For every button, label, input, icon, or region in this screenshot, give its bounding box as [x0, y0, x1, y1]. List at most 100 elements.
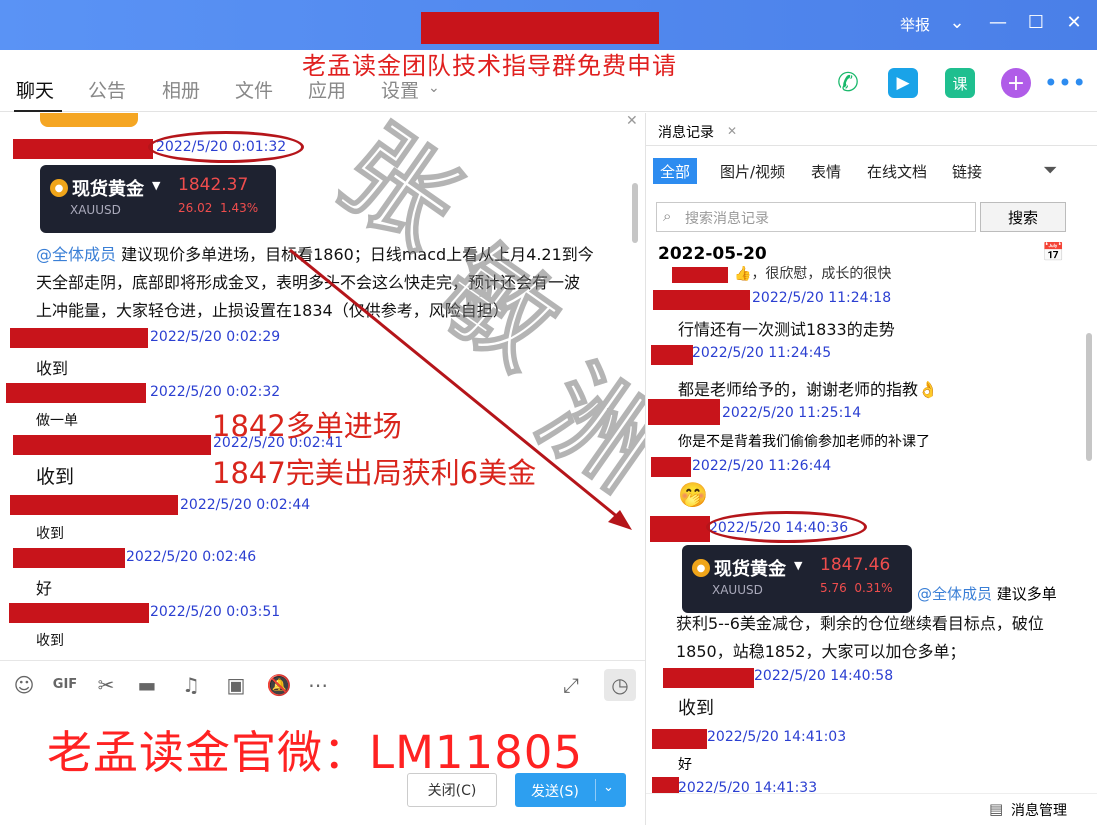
close-button[interactable]: 关闭(C) — [407, 773, 497, 807]
history-scrollbar[interactable] — [1086, 333, 1092, 461]
chevron-down-icon[interactable]: ⌄ — [946, 12, 968, 33]
highlight-ellipse — [148, 131, 304, 163]
history-clock-icon[interactable]: ◷ — [604, 669, 636, 701]
message-time: 2022/5/20 0:03:51 — [150, 604, 281, 620]
chat-scrollbar[interactable] — [632, 183, 638, 243]
music-icon[interactable]: ♫ — [178, 673, 204, 697]
overlay-entry-note: 1842多单进场 — [212, 409, 402, 443]
highlight-ellipse — [706, 511, 867, 543]
redacted-sender — [652, 729, 707, 749]
gif-icon[interactable]: GIF — [52, 677, 78, 692]
caret-down-icon: ▼ — [152, 179, 161, 192]
gold-quote-card[interactable]: ● 现货黄金 ▼ XAUUSD 1842.37 26.02 1.43% — [40, 165, 276, 233]
filter-docs[interactable]: 在线文档 — [860, 158, 934, 184]
add-icon[interactable]: + — [1001, 68, 1031, 98]
input-toolbar: ☺ GIF ✂ ▬ ♫ ▣ 🔕 ⋯ ⤢ ◷ — [0, 660, 645, 710]
close-panel-icon[interactable]: ✕ — [727, 124, 737, 138]
expand-icon[interactable]: ⤢ — [558, 673, 584, 697]
folder-icon[interactable]: ▬ — [134, 673, 160, 697]
message-history-panel: 消息记录 ✕ 全部 图片/视频 表情 在线文档 链接 ⏷ ⌕ 搜索消息记录 搜索… — [645, 113, 1097, 825]
message-time: 2022/5/20 14:41:03 — [707, 729, 847, 745]
redacted-sender — [653, 290, 750, 310]
redacted-sender — [13, 435, 211, 455]
redacted-sender — [13, 139, 153, 159]
filter-icon[interactable]: ⏷ — [1043, 160, 1057, 181]
gold-coin-icon: ● — [692, 559, 710, 577]
filter-stickers[interactable]: 表情 — [804, 158, 848, 184]
minimize-icon[interactable]: — — [987, 12, 1009, 33]
voice-call-icon[interactable]: ✆ — [833, 68, 863, 98]
history-search-input[interactable]: ⌕ 搜索消息记录 — [656, 202, 976, 232]
emoji-icon[interactable]: ☺ — [11, 673, 37, 697]
quote-name: 现货黄金 — [72, 179, 144, 200]
message-manage-icon[interactable]: ▤ — [989, 800, 1003, 818]
laughing-emoji-icon: 🤭 — [678, 481, 708, 509]
panel-title: 消息记录 — [658, 125, 714, 141]
redacted-sender — [648, 399, 720, 425]
mention-line: @全体成员 建议多单 — [917, 585, 1057, 603]
filter-all[interactable]: 全部 — [653, 158, 698, 184]
tab-chat[interactable]: 聊天 — [16, 76, 54, 103]
redacted-sender — [6, 383, 146, 403]
active-tab-indicator — [14, 110, 62, 112]
filter-media[interactable]: 图片/视频 — [713, 158, 792, 184]
class-icon[interactable]: 课 — [945, 68, 975, 98]
message-text: 收到 — [36, 466, 75, 488]
mention-all[interactable]: @全体成员 — [36, 245, 116, 264]
chat-area[interactable]: ✕ 2022/5/20 0:01:32 ● 现货黄金 ▼ XAUUSD 1842… — [0, 113, 645, 660]
redacted-sender — [650, 516, 710, 542]
message-text: 👍，很欣慰，成长的很快 — [734, 266, 892, 282]
video-call-icon[interactable]: ▶ — [888, 68, 918, 98]
quote-price: 1847.46 — [820, 555, 891, 575]
tab-files[interactable]: 文件 — [235, 76, 273, 103]
wechat-contact-overlay: 老孟读金官微：LM11805 — [47, 726, 584, 779]
send-options-chevron-icon[interactable]: ⌄ — [603, 780, 614, 795]
close-icon[interactable]: ✕ — [1063, 12, 1085, 33]
overlay-exit-note: 1847完美出局获利6美金 — [212, 456, 537, 490]
gold-coin-icon: ● — [50, 179, 68, 197]
search-button[interactable]: 搜索 — [980, 202, 1066, 232]
quote-symbol: XAUUSD — [712, 583, 763, 597]
message-time: 2022/5/20 14:40:58 — [754, 668, 894, 684]
send-button[interactable]: 发送(S) ⌄ — [515, 773, 626, 807]
quote-price: 1842.37 — [178, 175, 249, 195]
more-icon[interactable]: ⋯ — [305, 673, 331, 697]
image-icon[interactable]: ▣ — [223, 673, 249, 697]
message-time: 2022/5/20 0:02:29 — [150, 329, 281, 345]
redacted-group-name — [421, 12, 659, 44]
calendar-icon[interactable]: 📅 — [1042, 242, 1064, 263]
message-text: 收到 — [36, 633, 64, 649]
message-time: 2022/5/20 0:02:44 — [180, 497, 311, 513]
redacted-sender — [9, 603, 149, 623]
quote-symbol: XAUUSD — [70, 203, 121, 217]
message-text: 都是老师给予的，谢谢老师的指教👌 — [678, 380, 938, 399]
send-label: 发送(S) — [531, 784, 579, 800]
bell-off-icon[interactable]: 🔕 — [266, 673, 292, 697]
filter-links[interactable]: 链接 — [945, 158, 989, 184]
redacted-sender — [651, 457, 691, 477]
message-text: 做一单 — [36, 413, 78, 429]
tab-announcement[interactable]: 公告 — [88, 76, 126, 103]
message-manage-button[interactable]: 消息管理 — [1011, 800, 1067, 820]
more-icon[interactable]: ••• — [1044, 68, 1086, 98]
message-time: 2022/5/20 0:02:32 — [150, 384, 281, 400]
redacted-sender — [10, 328, 148, 348]
mention-all[interactable]: @全体成员 — [917, 585, 992, 603]
quote-change: 5.76 0.31% — [820, 581, 893, 595]
settings-chevron-icon[interactable]: ⌄ — [428, 80, 440, 96]
message-text: 收到 — [678, 698, 714, 719]
message-text: 1850，站稳1852，大家可以加仓多单； — [676, 642, 966, 661]
tab-album[interactable]: 相册 — [162, 76, 200, 103]
redacted-sender — [651, 345, 693, 365]
message-text: 行情还有一次测试1833的走势 — [678, 320, 895, 339]
partial-image — [40, 113, 138, 127]
scissors-icon[interactable]: ✂ — [93, 673, 119, 697]
redacted-sender — [10, 495, 178, 515]
maximize-icon[interactable]: ☐ — [1025, 12, 1047, 33]
gold-quote-card[interactable]: ● 现货黄金 ▼ XAUUSD 1847.46 5.76 0.31% — [682, 545, 912, 613]
caret-down-icon: ▼ — [794, 559, 803, 572]
quote-change: 26.02 1.43% — [178, 201, 259, 215]
report-button[interactable]: 举报 — [900, 14, 930, 35]
close-collapse-icon[interactable]: ✕ — [626, 113, 638, 129]
quote-name: 现货黄金 — [714, 559, 786, 580]
